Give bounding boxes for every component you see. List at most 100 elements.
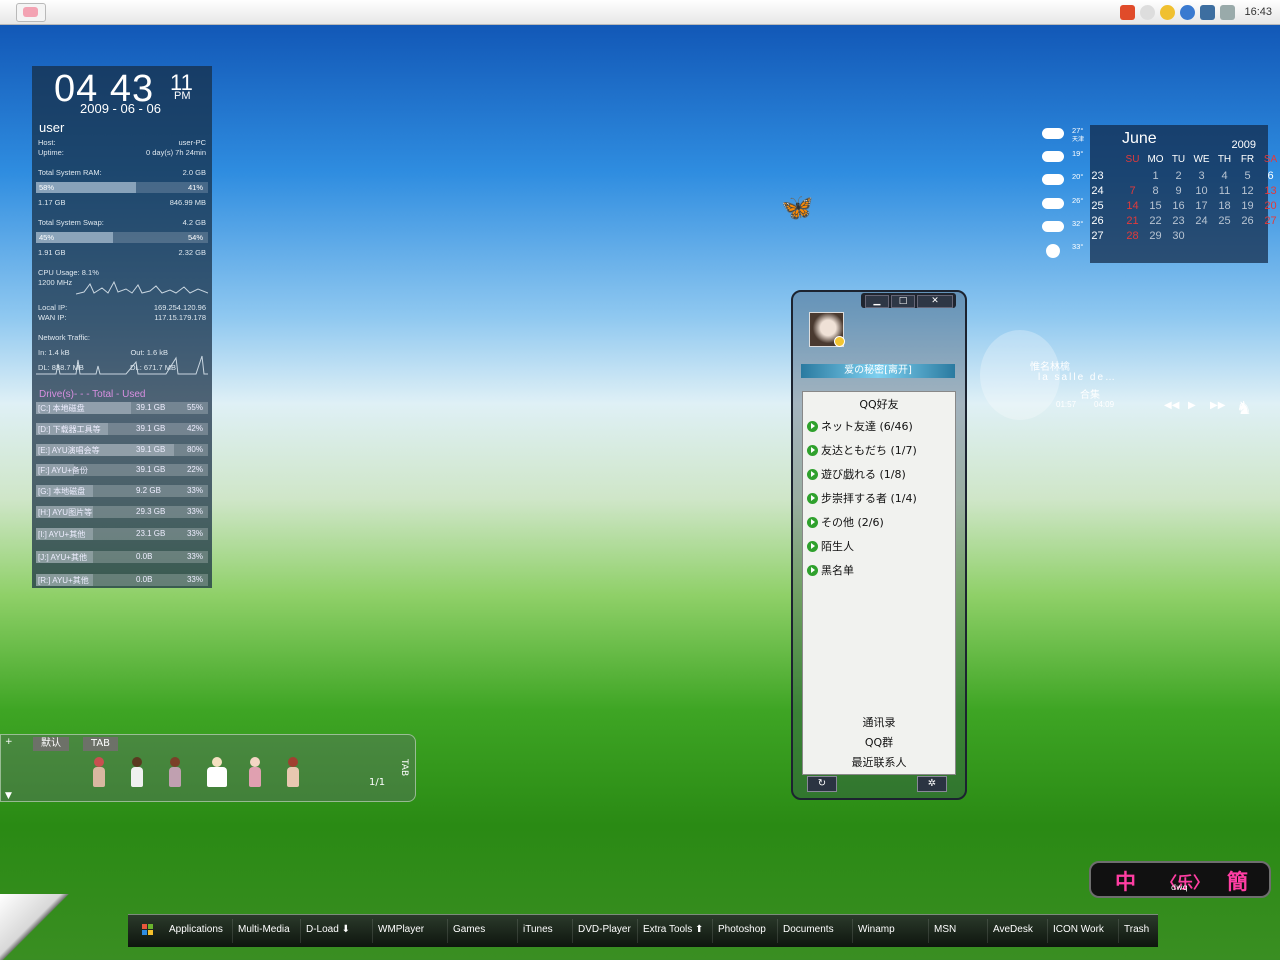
calendar-day[interactable]: 25 <box>1213 215 1236 227</box>
dock-item[interactable]: Applications <box>169 924 223 935</box>
qq-tab-link[interactable]: QQ群 <box>803 734 955 750</box>
clock-date: 2009 - 06 - 06 <box>80 101 161 116</box>
tab-default[interactable]: 默认 <box>33 737 69 751</box>
qq-group-item[interactable]: 友达ともだち (1/7) <box>807 442 917 458</box>
dock-item[interactable]: D-Load ⬇ <box>306 924 350 935</box>
ime-lang-toggle[interactable]: 中 <box>1115 866 1136 896</box>
character-sprite[interactable] <box>129 757 145 791</box>
close-button[interactable]: ✕ <box>917 295 953 308</box>
ime-script-toggle[interactable]: 簡 <box>1227 866 1248 896</box>
dock-bar: Applications Multi-Media D-Load ⬇ WMPlayer G… <box>128 914 1158 947</box>
mascot-icon[interactable]: ♞ <box>1236 398 1252 419</box>
calendar-day[interactable]: 30 <box>1167 230 1190 242</box>
drive-size: 9.2 GB <box>136 486 161 495</box>
windows-logo-icon[interactable] <box>142 924 153 935</box>
calendar-day[interactable]: 13 <box>1259 185 1280 197</box>
dock-item[interactable]: iTunes <box>523 924 553 935</box>
maximize-button[interactable]: □ <box>891 295 915 308</box>
dock-item[interactable]: AveDesk <box>993 924 1033 935</box>
qq-icon[interactable] <box>1160 4 1176 20</box>
calendar-day[interactable]: 8 <box>1144 185 1167 197</box>
calendar-day[interactable]: 9 <box>1167 185 1190 197</box>
dock-item[interactable]: Documents <box>783 924 834 935</box>
dock-item[interactable]: DVD-Player <box>578 924 631 935</box>
calendar-day[interactable]: 1 <box>1144 170 1167 182</box>
sogou-ime-icon[interactable] <box>1120 4 1136 20</box>
tab-tab[interactable]: TAB <box>83 737 119 751</box>
drive-name: [F:] AYU+备份 <box>38 466 88 475</box>
expand-icon[interactable]: ▼ <box>5 791 12 801</box>
qq-group-item[interactable]: 步崇拝する者 (1/4) <box>807 490 917 506</box>
qq-list-title[interactable]: QQ好友 <box>803 396 955 412</box>
dock-item[interactable]: Games <box>453 924 485 935</box>
play-button[interactable]: ▶ <box>1188 400 1196 411</box>
calendar-day[interactable]: 27 <box>1259 215 1280 227</box>
calendar-day[interactable]: 23 <box>1167 215 1190 227</box>
dock-item[interactable]: Extra Tools ⬆ <box>643 924 703 935</box>
dock-item[interactable]: MSN <box>934 924 956 935</box>
qq-tab-link[interactable]: 通讯录 <box>803 714 955 730</box>
calendar-day[interactable]: 18 <box>1213 200 1236 212</box>
calendar-day[interactable]: 4 <box>1213 170 1236 182</box>
next-button[interactable]: ▶▶ <box>1210 400 1225 411</box>
drive-row: [D:] 下载器工具等 39.1 GB 42% <box>36 423 208 435</box>
calendar-day[interactable]: 22 <box>1144 215 1167 227</box>
dock-separator <box>517 919 518 943</box>
network-globe-icon[interactable] <box>1180 4 1196 20</box>
prev-button[interactable]: ◀◀ <box>1164 400 1179 411</box>
side-tab[interactable]: TAB <box>399 759 409 776</box>
status-badge[interactable] <box>834 336 845 347</box>
drive-used: 22% <box>186 465 203 474</box>
calendar-day[interactable]: 21 <box>1121 215 1144 227</box>
qq-group-item[interactable]: 遊び戯れる (1/8) <box>807 466 906 482</box>
calendar-day[interactable]: 17 <box>1190 200 1213 212</box>
calendar-day[interactable]: 5 <box>1236 170 1259 182</box>
calendar-day[interactable]: 19 <box>1236 200 1259 212</box>
character-sprite[interactable] <box>91 757 107 791</box>
calendar-day[interactable]: 24 <box>1190 215 1213 227</box>
qq-group-item[interactable]: 陌生人 <box>807 538 854 554</box>
weather-row: 26° <box>1040 194 1090 214</box>
calendar-day[interactable]: 28 <box>1121 230 1144 242</box>
calendar-day[interactable]: 29 <box>1144 230 1167 242</box>
add-icon[interactable]: + <box>5 737 13 747</box>
dock-item[interactable]: WMPlayer <box>378 924 424 935</box>
calendar-day[interactable]: 20 <box>1259 200 1280 212</box>
calendar-day[interactable]: 6 <box>1259 170 1280 182</box>
dock-item[interactable]: Winamp <box>858 924 895 935</box>
calendar-day[interactable]: 26 <box>1236 215 1259 227</box>
qq-group-item[interactable]: ネット友達 (6/46) <box>807 418 913 434</box>
qq-group-item[interactable]: 黑名单 <box>807 562 854 578</box>
taskbar-clock[interactable]: 16:43 <box>1244 6 1272 18</box>
menu-button[interactable] <box>16 3 46 22</box>
dock-item[interactable]: Trash <box>1124 924 1149 935</box>
qq-group-item[interactable]: その他 (2/6) <box>807 514 884 530</box>
calendar-day[interactable]: 7 <box>1121 185 1144 197</box>
drive-used: 33% <box>186 507 203 516</box>
calendar-day[interactable]: 10 <box>1190 185 1213 197</box>
calendar-day[interactable]: 16 <box>1167 200 1190 212</box>
settings-icon[interactable] <box>1140 4 1156 20</box>
qq-tab-link[interactable]: 最近联系人 <box>803 754 955 770</box>
minimize-button[interactable]: ▁ <box>865 295 889 308</box>
calendar-day[interactable]: 2 <box>1167 170 1190 182</box>
volume-icon[interactable] <box>1220 4 1236 20</box>
calendar-day[interactable]: 11 <box>1213 185 1236 197</box>
menu-gear-button[interactable]: ✲ <box>917 776 947 792</box>
dock-item[interactable]: ICON Work <box>1053 924 1104 935</box>
calendar-day[interactable]: 12 <box>1236 185 1259 197</box>
qq-nickname[interactable]: 爱の秘密[离开] <box>801 364 955 378</box>
refresh-button[interactable]: ↻ <box>807 776 837 792</box>
character-sprite[interactable] <box>285 757 301 791</box>
dock-item[interactable]: Multi-Media <box>238 924 290 935</box>
display-icon[interactable] <box>1200 4 1216 20</box>
character-sprite[interactable] <box>205 757 229 791</box>
character-sprite[interactable] <box>247 757 263 791</box>
calendar-day[interactable]: 15 <box>1144 200 1167 212</box>
music-player-widget: 惟名林檎 la salle de… 合集 01:57 04:09 ◀◀ ▶ ▶▶… <box>980 330 1270 430</box>
dock-item[interactable]: Photoshop <box>718 924 766 935</box>
calendar-day[interactable]: 14 <box>1121 200 1144 212</box>
character-sprite[interactable] <box>167 757 183 791</box>
calendar-day[interactable]: 3 <box>1190 170 1213 182</box>
expand-arrow-icon <box>807 516 818 528</box>
